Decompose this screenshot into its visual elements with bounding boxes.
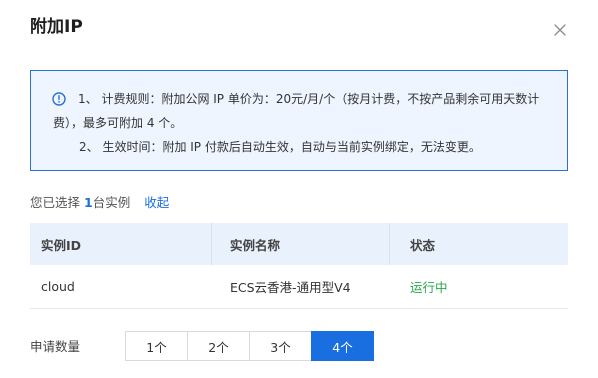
notice-line-2: 费），最多可附加 4 个。 <box>53 116 183 130</box>
quantity-selector: 1个 2个 3个 4个 <box>125 331 374 361</box>
quantity-label: 申请数量 <box>30 339 81 354</box>
cell-instance-id: cloud <box>41 279 75 294</box>
table-header: 实例ID 实例名称 状态 <box>30 223 568 265</box>
notice-line-1: 1、 计费规则：附加公网 IP 单价为：20元/月/个（按月计费，不按产品剩余可… <box>78 92 540 106</box>
quantity-option-1[interactable]: 1个 <box>125 331 188 361</box>
column-divider <box>211 223 212 265</box>
cell-status: 运行中 <box>410 280 448 295</box>
selection-count: 1 <box>84 195 93 210</box>
cell-instance-name: ECS云香港-通用型V4 <box>230 280 351 295</box>
selection-prefix: 您已选择 <box>30 195 81 210</box>
selection-summary: 您已选择 1台实例 收起 <box>30 194 169 212</box>
collapse-link[interactable]: 收起 <box>144 195 169 210</box>
billing-notice: 1、 计费规则：附加公网 IP 单价为：20元/月/个（按月计费，不按产品剩余可… <box>30 70 568 171</box>
instance-table: 实例ID 实例名称 状态 cloud ECS云香港-通用型V4 运行中 <box>30 223 568 309</box>
quantity-option-3[interactable]: 3个 <box>249 331 312 361</box>
column-header-status: 状态 <box>410 237 436 253</box>
selection-suffix: 台实例 <box>92 195 131 210</box>
column-header-instance-name: 实例名称 <box>230 237 281 253</box>
quantity-option-4[interactable]: 4个 <box>311 331 374 361</box>
column-header-instance-id: 实例ID <box>41 237 82 253</box>
close-icon[interactable] <box>552 22 568 38</box>
column-divider <box>389 223 390 265</box>
quantity-option-2[interactable]: 2个 <box>187 331 250 361</box>
notice-line-3: 2、 生效时间：附加 IP 付款后自动生效，自动与当前实例绑定，无法变更。 <box>79 140 481 154</box>
info-circle-icon <box>52 92 66 106</box>
table-row: cloud ECS云香港-通用型V4 运行中 <box>30 265 568 309</box>
dialog-title: 附加IP <box>30 17 83 37</box>
